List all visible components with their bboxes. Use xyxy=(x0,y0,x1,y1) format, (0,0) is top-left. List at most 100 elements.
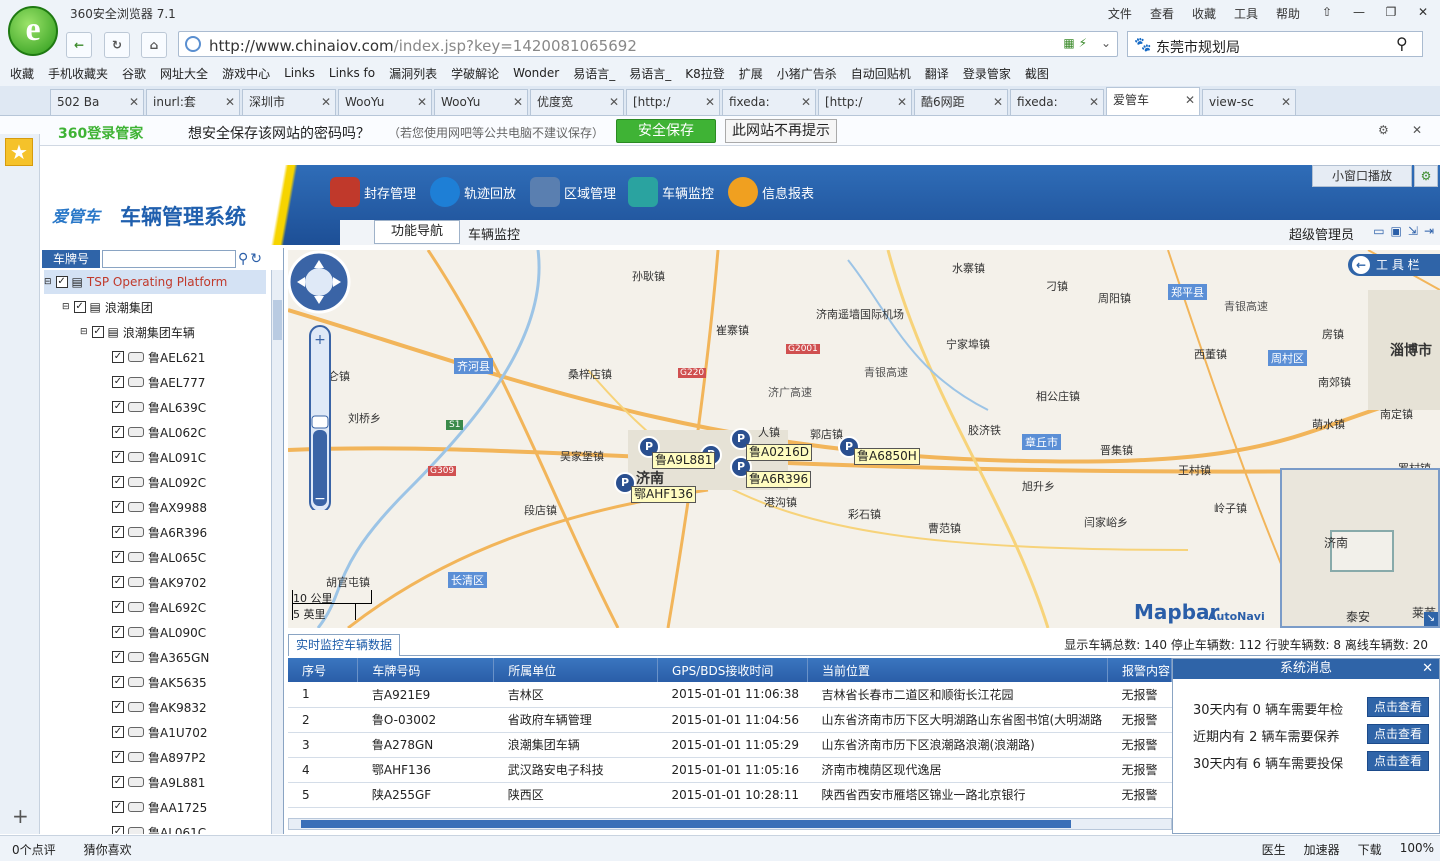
tab[interactable]: view-sc ✕ xyxy=(1202,89,1296,115)
checkbox[interactable]: ✓ xyxy=(112,526,124,538)
collapse-icon[interactable]: ⊟ xyxy=(62,302,70,312)
bookmark-item[interactable]: 游戏中心 xyxy=(222,65,270,82)
tree-vehicle-item[interactable]: ✓ 鲁AL090C xyxy=(112,620,206,644)
close-icon[interactable]: ✕ xyxy=(1412,123,1422,137)
close-icon[interactable]: ✕ xyxy=(1410,2,1436,22)
fullscreen-icon[interactable]: ▣ xyxy=(1391,224,1402,238)
tree-vehicle-item[interactable]: ✓ 鲁AK5635 xyxy=(112,670,207,694)
tab[interactable]: WooYu ✕ xyxy=(434,89,528,115)
module-area-management[interactable]: 区域管理 xyxy=(530,177,616,207)
collapse-icon[interactable]: ⊟ xyxy=(80,327,88,337)
monitor-icon[interactable]: ▭ xyxy=(1373,224,1384,238)
checkbox[interactable]: ✓ xyxy=(112,376,124,388)
bookmark-item[interactable]: Links fo xyxy=(329,66,375,80)
status-recommend[interactable]: 猜你喜欢 xyxy=(84,841,132,858)
tab[interactable]: inurl:套 ✕ xyxy=(146,89,240,115)
function-nav-button[interactable]: 功能导航 xyxy=(374,220,460,244)
refresh-icon[interactable]: ↻ xyxy=(104,32,130,58)
bookmark-item[interactable]: Links xyxy=(284,66,315,80)
column-header[interactable]: 所属单位 xyxy=(493,658,659,682)
refresh-icon[interactable]: ↻ xyxy=(250,251,262,267)
column-header[interactable]: 报警内容 xyxy=(1107,658,1173,682)
map-toolbar-button[interactable]: ← 工 具 栏 xyxy=(1348,254,1440,276)
tab[interactable]: 酷6网距 ✕ xyxy=(914,89,1008,115)
tree-group[interactable]: ⊟ ✓ ▤ 浪潮集团 xyxy=(62,295,153,319)
tab-close-icon[interactable]: ✕ xyxy=(417,90,427,114)
map-view[interactable]: 孙耿镇 水寨镇 刁镇 郑平县 青银高速 济南遥墙国际机场 崔寨镇 周阳镇 房镇 … xyxy=(288,250,1440,628)
tree-subgroup[interactable]: ⊟ ✓ ▤ 浪潮集团车辆 xyxy=(80,320,195,344)
star-icon[interactable]: ★ xyxy=(5,138,33,166)
tree-vehicle-item[interactable]: ✓ 鲁A1U702 xyxy=(112,720,208,744)
tab-close-icon[interactable]: ✕ xyxy=(513,90,523,114)
tab[interactable]: 深圳市 ✕ xyxy=(242,89,336,115)
tab-close-icon[interactable]: ✕ xyxy=(609,90,619,114)
checkbox[interactable]: ✓ xyxy=(112,426,124,438)
table-row[interactable]: 1 吉A921E9 吉林区 2015-01-01 11:06:38 吉林省长春市二道区和… xyxy=(288,682,1172,708)
collapse-icon[interactable]: ⊟ xyxy=(44,277,52,287)
view-button[interactable]: 点击查看 xyxy=(1367,724,1429,744)
qr-icon[interactable]: ▦ ⚡ xyxy=(1063,36,1087,50)
tab-close-icon[interactable]: ✕ xyxy=(129,90,139,114)
menu-favorites[interactable]: 收藏 xyxy=(1192,5,1216,22)
status-comments[interactable]: 0个点评 xyxy=(12,841,56,858)
tab[interactable]: fixeda: ✕ xyxy=(1010,89,1104,115)
bookmark-item[interactable]: 自动回贴机 xyxy=(851,65,911,82)
plate-search-input[interactable] xyxy=(102,250,236,268)
module-vehicle-monitor[interactable]: 车辆监控 xyxy=(628,177,714,207)
home-icon[interactable]: ⌂ xyxy=(141,32,167,58)
menu-tools[interactable]: 工具 xyxy=(1234,5,1258,22)
tab-close-icon[interactable]: ✕ xyxy=(1089,90,1099,114)
checkbox[interactable]: ✓ xyxy=(112,401,124,413)
checkbox[interactable]: ✓ xyxy=(112,826,124,834)
bookmark-item[interactable]: 手机收藏夹 xyxy=(48,65,108,82)
bookmark-item[interactable]: 收藏 xyxy=(10,65,34,82)
minimize-icon[interactable]: — xyxy=(1346,2,1372,22)
status-download[interactable]: 下载 xyxy=(1358,841,1382,858)
module-track-playback[interactable]: 轨迹回放 xyxy=(430,177,516,207)
checkbox[interactable]: ✓ xyxy=(112,626,124,638)
module-sealed-management[interactable]: 封存管理 xyxy=(330,177,416,207)
tree-vehicle-item[interactable]: ✓ 鲁AL065C xyxy=(112,545,206,569)
pin-icon[interactable]: ⇧ xyxy=(1314,2,1340,22)
map-overview[interactable]: 济南 泰安 莱芜 ↘ xyxy=(1280,468,1440,628)
checkbox[interactable]: ✓ xyxy=(112,676,124,688)
tree-vehicle-item[interactable]: ✓ 鲁AEL777 xyxy=(112,370,205,394)
tree-vehicle-item[interactable]: ✓ 鲁AEL621 xyxy=(112,345,205,369)
tree-vehicle-item[interactable]: ✓ 鲁AX9988 xyxy=(112,495,207,519)
tab-close-icon[interactable]: ✕ xyxy=(1281,90,1291,114)
tree-vehicle-item[interactable]: ✓ 鲁AL091C xyxy=(112,445,206,469)
module-info-report[interactable]: 信息报表 xyxy=(728,177,814,207)
search-box[interactable]: 🐾 东莞市规划局 xyxy=(1127,31,1423,57)
bookmark-item[interactable]: 截图 xyxy=(1025,65,1049,82)
tab[interactable]: [http:/ ✕ xyxy=(818,89,912,115)
table-row[interactable]: 3 鲁A278GN 浪潮集团车辆 2015-01-01 11:05:29 山东省济南市历… xyxy=(288,732,1172,758)
status-zoom[interactable]: 100% xyxy=(1400,841,1434,858)
gear-icon[interactable]: ⚙ xyxy=(1378,123,1389,137)
tree-vehicle-item[interactable]: ✓ 鲁AL092C xyxy=(112,470,206,494)
current-user[interactable]: 超级管理员 xyxy=(1289,224,1354,243)
scrollbar-thumb[interactable] xyxy=(301,820,1071,828)
bookmark-item[interactable]: 易语言_ xyxy=(629,65,671,82)
tab-close-icon[interactable]: ✕ xyxy=(801,90,811,114)
never-prompt-button[interactable]: 此网站不再提示 xyxy=(725,119,837,143)
column-header[interactable]: 车牌号码 xyxy=(357,658,495,682)
tree-vehicle-item[interactable]: ✓ 鲁AL061C xyxy=(112,820,206,834)
checkbox[interactable]: ✓ xyxy=(112,576,124,588)
bookmark-item[interactable]: Wonder xyxy=(513,66,559,80)
bookmark-item[interactable]: 学破解论 xyxy=(451,65,499,82)
tab-close-icon[interactable]: ✕ xyxy=(321,90,331,114)
column-header[interactable]: 当前位置 xyxy=(807,658,1108,682)
checkbox[interactable]: ✓ xyxy=(112,651,124,663)
view-button[interactable]: 点击查看 xyxy=(1367,751,1429,771)
menu-view[interactable]: 查看 xyxy=(1150,5,1174,22)
vehicle-plate-label[interactable]: 鲁A6850H xyxy=(854,448,920,465)
tab-close-icon[interactable]: ✕ xyxy=(705,90,715,114)
tab-realtime-data[interactable]: 实时监控车辆数据 xyxy=(288,634,400,656)
tree-vehicle-item[interactable]: ✓ 鲁A897P2 xyxy=(112,745,206,769)
checkbox[interactable]: ✓ xyxy=(112,701,124,713)
menu-help[interactable]: 帮助 xyxy=(1276,5,1300,22)
tree-vehicle-item[interactable]: ✓ 鲁AA1725 xyxy=(112,795,207,819)
tab[interactable]: WooYu ✕ xyxy=(338,89,432,115)
vehicle-plate-label[interactable]: 鲁A0216D xyxy=(746,444,812,461)
bookmark-item[interactable]: 易语言_ xyxy=(573,65,615,82)
